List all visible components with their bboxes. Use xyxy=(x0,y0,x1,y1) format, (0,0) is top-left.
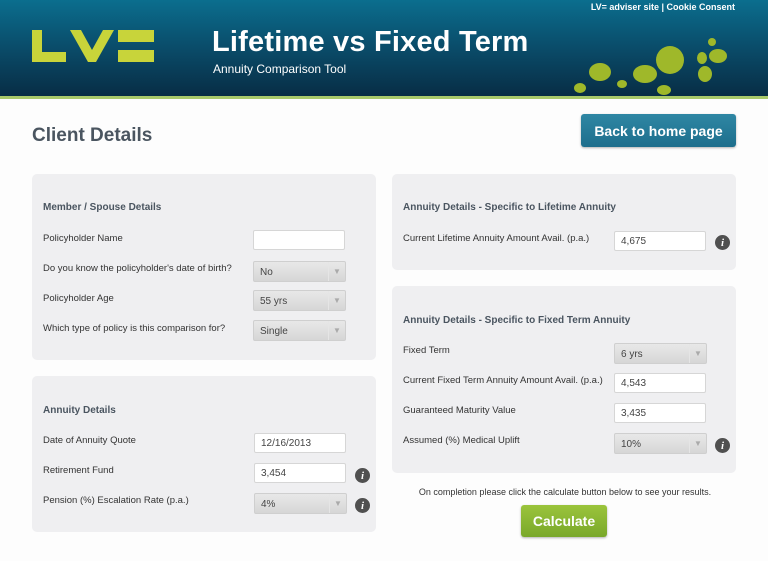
policyholder-age-value: 55 yrs xyxy=(260,296,288,307)
completion-note: On completion please click the calculate… xyxy=(418,487,712,497)
lifetime-amount-info-icon[interactable]: i xyxy=(715,235,730,250)
chevron-down-icon: ▼ xyxy=(328,321,345,340)
cookie-consent-link[interactable]: Cookie Consent xyxy=(666,2,735,12)
quote-date-input[interactable]: 12/16/2013 xyxy=(254,433,346,453)
annuity-details-panel: Annuity Details Date of Annuity Quote 12… xyxy=(32,376,376,532)
annuity-panel-heading: Annuity Details xyxy=(43,405,116,416)
chevron-down-icon: ▼ xyxy=(328,291,345,310)
retirement-fund-input[interactable]: 3,454 xyxy=(254,463,346,483)
lifetime-amount-label: Current Lifetime Annuity Amount Avail. (… xyxy=(403,233,590,244)
lv-logo[interactable] xyxy=(30,28,156,64)
escalation-rate-value: 4% xyxy=(261,499,276,510)
member-spouse-panel: Member / Spouse Details Policyholder Nam… xyxy=(32,174,376,360)
fixed-term-annuity-panel: Annuity Details - Specific to Fixed Term… xyxy=(392,286,736,473)
policyholder-age-select[interactable]: 55 yrs ▼ xyxy=(253,290,346,311)
adviser-site-link[interactable]: LV= adviser site xyxy=(591,2,659,12)
escalation-rate-info-icon[interactable]: i xyxy=(355,498,370,513)
policyholder-age-label: Policyholder Age xyxy=(43,293,114,304)
fixed-amount-input[interactable]: 4,543 xyxy=(614,373,706,393)
medical-uplift-select[interactable]: 10% ▼ xyxy=(614,433,707,454)
medical-uplift-label: Assumed (%) Medical Uplift xyxy=(403,435,520,446)
escalation-rate-label: Pension (%) Escalation Rate (p.a.) xyxy=(43,495,189,506)
lifetime-amount-input[interactable]: 4,675 xyxy=(614,231,706,251)
policy-type-label: Which type of policy is this comparison … xyxy=(43,323,226,334)
header-divider xyxy=(0,96,768,99)
policyholder-name-input[interactable] xyxy=(253,230,345,250)
page-title: Client Details xyxy=(32,125,153,146)
member-panel-heading: Member / Spouse Details xyxy=(43,202,162,213)
fixed-term-value: 6 yrs xyxy=(621,349,643,360)
fixed-term-label: Fixed Term xyxy=(403,345,450,356)
fixed-panel-heading: Annuity Details - Specific to Fixed Term… xyxy=(403,315,631,326)
quote-date-label: Date of Annuity Quote xyxy=(43,435,136,446)
chevron-down-icon: ▼ xyxy=(689,434,706,453)
lifetime-panel-heading: Annuity Details - Specific to Lifetime A… xyxy=(403,202,616,213)
policyholder-name-label: Policyholder Name xyxy=(43,233,123,244)
top-links: LV= adviser site | Cookie Consent xyxy=(591,2,735,12)
chevron-down-icon: ▼ xyxy=(328,262,345,281)
hearts-decoration-icon xyxy=(574,38,727,95)
policy-type-select[interactable]: Single ▼ xyxy=(253,320,346,341)
dob-known-select[interactable]: No ▼ xyxy=(253,261,346,282)
retirement-fund-label: Retirement Fund xyxy=(43,465,114,476)
back-to-home-button[interactable]: Back to home page xyxy=(581,114,736,147)
fixed-term-select[interactable]: 6 yrs ▼ xyxy=(614,343,707,364)
app-subtitle: Annuity Comparison Tool xyxy=(213,62,347,76)
calculate-button[interactable]: Calculate xyxy=(521,505,607,537)
app-title: Lifetime vs Fixed Term xyxy=(212,26,529,58)
lifetime-annuity-panel: Annuity Details - Specific to Lifetime A… xyxy=(392,174,736,270)
maturity-value-input[interactable]: 3,435 xyxy=(614,403,706,423)
escalation-rate-select[interactable]: 4% ▼ xyxy=(254,493,347,514)
fixed-amount-label: Current Fixed Term Annuity Amount Avail.… xyxy=(403,375,603,386)
medical-uplift-info-icon[interactable]: i xyxy=(715,438,730,453)
chevron-down-icon: ▼ xyxy=(689,344,706,363)
chevron-down-icon: ▼ xyxy=(329,494,346,513)
policy-type-value: Single xyxy=(260,326,288,337)
retirement-fund-info-icon[interactable]: i xyxy=(355,468,370,483)
maturity-value-label: Guaranteed Maturity Value xyxy=(403,405,516,416)
header-banner: LV= adviser site | Cookie Consent Lifeti… xyxy=(0,0,768,96)
dob-known-value: No xyxy=(260,267,273,278)
medical-uplift-value: 10% xyxy=(621,439,642,450)
dob-known-label: Do you know the policyholder's date of b… xyxy=(43,263,232,274)
